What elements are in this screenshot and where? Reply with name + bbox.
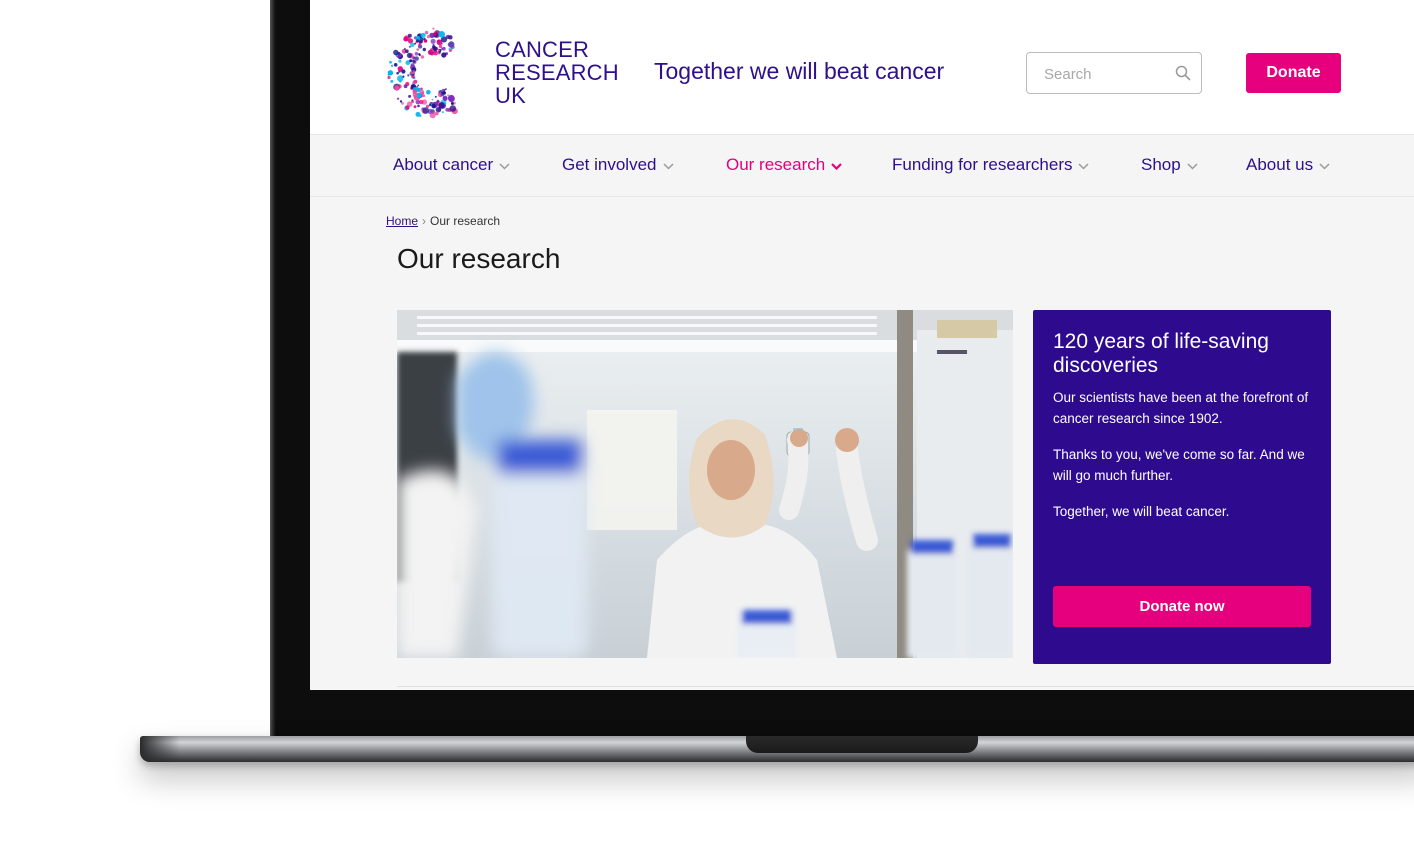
laptop-base-shade xyxy=(140,736,180,762)
nav-item-shop[interactable]: Shop xyxy=(1141,155,1198,175)
cancer-research-uk-logo[interactable]: CANCER RESEARCH UK xyxy=(384,26,619,120)
breadcrumb: Home › Our research xyxy=(386,214,500,228)
nav-item-label: About us xyxy=(1246,155,1314,174)
promo-heading: 120 years of life-saving discoveries xyxy=(1053,330,1269,377)
laptop-hinge-notch xyxy=(746,736,978,753)
chevron-down-icon xyxy=(662,162,674,170)
chevron-down-icon xyxy=(1078,162,1090,170)
laptop-screen: CANCER RESEARCH UK Together we will beat… xyxy=(310,0,1414,690)
nav-item-funding-for-researchers[interactable]: Funding for researchers xyxy=(892,155,1090,175)
site-header: CANCER RESEARCH UK Together we will beat… xyxy=(310,0,1414,135)
search-box[interactable] xyxy=(1026,52,1202,95)
logo-c-mark-icon xyxy=(387,27,458,119)
logo-line-1: CANCER xyxy=(495,37,590,62)
main-nav: About cancer Get involved Our research F… xyxy=(310,135,1414,197)
chevron-down-icon xyxy=(499,162,510,170)
laptop-bezel-edge xyxy=(270,0,276,740)
page-title: Our research xyxy=(397,243,561,274)
nav-item-label: Our research xyxy=(726,155,826,174)
chevron-down-icon xyxy=(1319,162,1330,170)
search-input[interactable] xyxy=(1027,53,1186,95)
promo-paragraph-3: Together, we will beat cancer. xyxy=(1053,504,1230,519)
logo-line-2: RESEARCH xyxy=(495,60,619,85)
nav-item-label: Get involved xyxy=(562,155,657,174)
donate-now-button[interactable]: Donate now xyxy=(1053,586,1311,627)
breadcrumb-current: Our research xyxy=(430,214,501,228)
donate-button[interactable]: Donate xyxy=(1246,53,1341,93)
site-tagline: Together we will beat cancer xyxy=(654,58,945,84)
logo-wordmark: CANCER RESEARCH UK xyxy=(495,38,619,107)
hero-image-scientist-in-lab xyxy=(397,310,1013,658)
chevron-down-icon xyxy=(831,162,842,170)
promo-paragraph-1: Our scientists have been at the forefron… xyxy=(1053,390,1309,426)
nav-item-get-involved[interactable]: Get involved xyxy=(562,155,674,175)
nav-item-about-us[interactable]: About us xyxy=(1246,155,1330,175)
promo-card: 120 years of life-saving discoveries Our… xyxy=(1033,310,1331,664)
nav-item-about-cancer[interactable]: About cancer xyxy=(393,155,510,175)
section-divider xyxy=(397,686,1414,687)
promo-paragraph-2: Thanks to you, we've come so far. And we… xyxy=(1053,447,1305,483)
breadcrumb-separator: › xyxy=(422,214,427,228)
nav-item-label: Shop xyxy=(1141,155,1181,174)
search-icon[interactable] xyxy=(1175,65,1191,81)
logo-line-3: UK xyxy=(495,83,526,108)
nav-item-label: About cancer xyxy=(393,155,494,174)
breadcrumb-home-link[interactable]: Home xyxy=(386,214,418,228)
nav-item-label: Funding for researchers xyxy=(892,155,1073,174)
chevron-down-icon xyxy=(1187,162,1198,170)
hero-photo-illustration xyxy=(397,310,1013,658)
nav-item-our-research[interactable]: Our research xyxy=(726,155,842,175)
